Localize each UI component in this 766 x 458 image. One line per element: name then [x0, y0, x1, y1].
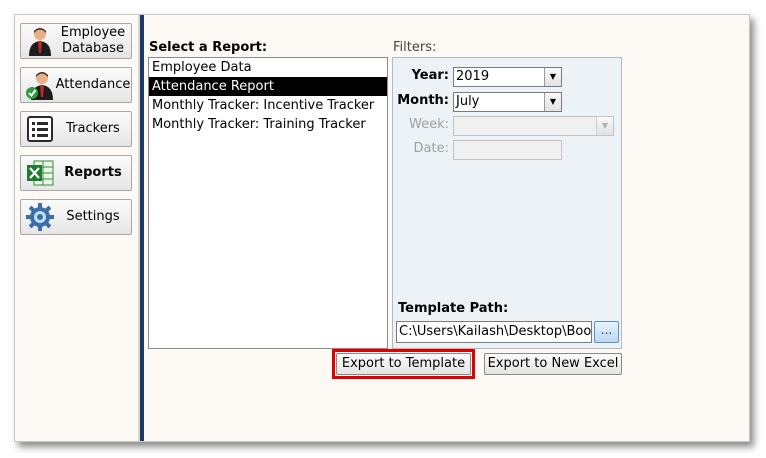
- filters-panel: Year: 2019 ▼ Month: July ▼ Week: ▼ Date:…: [392, 57, 622, 349]
- highlight-box: [332, 349, 475, 379]
- month-label: Month:: [397, 93, 449, 108]
- sidebar-item-label: Settings: [66, 209, 120, 224]
- week-combobox: ▼: [453, 116, 614, 136]
- chevron-down-icon[interactable]: ▼: [544, 93, 561, 111]
- sidebar-item-label: Attendance: [55, 77, 131, 92]
- template-path-input[interactable]: C:\Users\Kailash\Desktop\Book1.xlsx: [396, 321, 592, 343]
- gear-icon: [25, 202, 55, 232]
- report-item-employee-data[interactable]: Employee Data: [149, 58, 387, 77]
- select-report-caption: Select a Report:: [149, 40, 268, 55]
- employee-icon: [25, 26, 55, 56]
- year-label: Year:: [411, 68, 449, 83]
- excel-icon: [25, 158, 55, 188]
- accent-bar: [140, 15, 144, 441]
- report-panel: Select a Report: Employee Data Attendanc…: [145, 15, 749, 441]
- sidebar-item-employee-database[interactable]: Employee Database: [20, 23, 132, 59]
- sidebar-item-label: Trackers: [66, 121, 120, 136]
- sidebar-item-trackers[interactable]: Trackers: [20, 111, 132, 147]
- report-list[interactable]: Employee Data Attendance Report Monthly …: [148, 57, 388, 349]
- browse-button[interactable]: ...: [594, 321, 619, 343]
- chevron-down-icon: ▼: [596, 117, 613, 135]
- month-value: July: [456, 94, 480, 109]
- sidebar-item-label: Employee Database: [60, 25, 126, 56]
- sidebar-item-label: Reports: [64, 165, 122, 180]
- sidebar: Employee Database Attendance Trackers Re…: [15, 15, 138, 441]
- trackers-icon: [25, 114, 55, 144]
- date-label: Date:: [413, 141, 449, 156]
- report-item-training-tracker[interactable]: Monthly Tracker: Training Tracker: [149, 115, 387, 134]
- export-to-new-excel-button[interactable]: Export to New Excel: [484, 353, 622, 375]
- week-label: Week:: [409, 117, 449, 132]
- sidebar-item-reports[interactable]: Reports: [20, 155, 132, 191]
- template-path-label: Template Path:: [398, 301, 509, 316]
- date-field: [453, 140, 562, 160]
- sidebar-item-settings[interactable]: Settings: [20, 199, 132, 235]
- sidebar-item-attendance[interactable]: Attendance: [20, 67, 132, 103]
- month-combobox[interactable]: July ▼: [453, 92, 562, 112]
- filters-caption: Filters:: [393, 40, 437, 55]
- report-item-incentive-tracker[interactable]: Monthly Tracker: Incentive Tracker: [149, 96, 387, 115]
- app-window: Employee Database Attendance Trackers Re…: [14, 14, 750, 442]
- year-combobox[interactable]: 2019 ▼: [453, 67, 562, 87]
- chevron-down-icon[interactable]: ▼: [544, 68, 561, 86]
- report-item-attendance-report[interactable]: Attendance Report: [149, 77, 387, 96]
- attendance-icon: [25, 70, 55, 100]
- year-value: 2019: [456, 69, 490, 84]
